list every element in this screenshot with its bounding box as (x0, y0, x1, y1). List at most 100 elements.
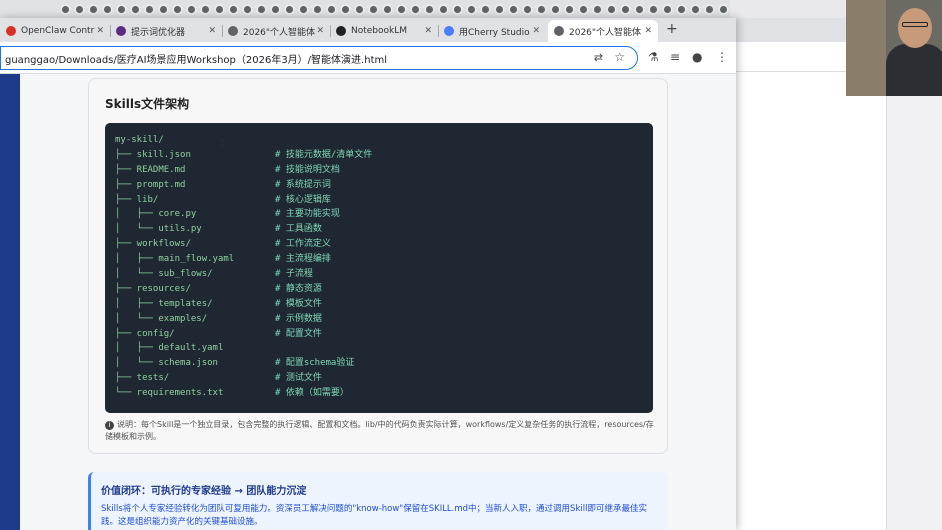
main-browser-window: OpenClaw Contr ✕ 提示词优化器 ✕ 2026"个人智能体 ✕ N… (0, 18, 736, 530)
background-tab-favicon-icon[interactable] (270, 4, 281, 15)
close-tab-icon[interactable]: ✕ (644, 26, 652, 36)
background-tab-favicon-icon[interactable] (326, 4, 337, 15)
background-tab-favicon-icon[interactable] (704, 4, 715, 15)
file-tree-entry: ├── skill.json (115, 149, 191, 160)
background-side-panel (886, 72, 942, 530)
background-tab-favicon-icon[interactable] (340, 4, 351, 15)
code-line: ├── skill.json # 技能元数据/清单文件 (115, 148, 372, 163)
code-line: └── requirements.txt # 依赖（如需要） (115, 386, 349, 401)
background-tab-favicon-icon[interactable] (60, 4, 71, 15)
background-tab-favicon-icon[interactable] (676, 4, 687, 15)
callout-text: Skills将个人专家经验转化为团队可复用能力。资深员工解决问题的"know-h… (101, 504, 647, 527)
bookmark-star-icon[interactable]: ☆ (614, 50, 625, 64)
file-tree-entry: │ └── schema.json (115, 358, 218, 369)
close-tab-icon[interactable]: ✕ (96, 26, 104, 36)
background-tab-favicon-icon[interactable] (662, 4, 673, 15)
code-line: │ ├── templates/ # 模板文件 (115, 297, 322, 312)
code-line: │ └── utils.py # 工具函数 (115, 222, 322, 237)
code-comment: # 主要功能实现 (275, 209, 340, 220)
code-block: my-skill/ ├── skill.json # 技能元数据/清单文件 ├── R… (105, 123, 653, 413)
prompt-optimizer-favicon-icon (116, 26, 126, 36)
background-tab-favicon-icon[interactable] (214, 4, 225, 15)
background-tab-favicon-icon[interactable] (298, 4, 309, 15)
close-tab-icon[interactable]: ✕ (208, 26, 216, 36)
background-tab-favicon-icon[interactable] (102, 4, 113, 15)
background-tab-favicon-icon[interactable] (480, 4, 491, 15)
background-tab-favicon-icon[interactable] (382, 4, 393, 15)
file-tree-entry: └── requirements.txt (115, 388, 224, 399)
file-tree-entry: │ └── sub_flows/ (115, 269, 213, 280)
background-tab-favicon-icon[interactable] (158, 4, 169, 15)
code-comment: # 静态资源 (275, 283, 322, 294)
file-tree-entry: ├── tests/ (115, 373, 170, 384)
profile-avatar-icon[interactable]: ● (692, 50, 702, 64)
background-tab-favicon-icon[interactable] (88, 4, 99, 15)
background-tab-favicon-icon[interactable] (256, 4, 267, 15)
tab-notebooklm[interactable]: NotebookLM ✕ (330, 20, 438, 42)
background-tab-favicon-icon[interactable] (648, 4, 659, 15)
background-tab-favicon-icon[interactable] (494, 4, 505, 15)
browser-toolbar: guanggao/Downloads/医疗AI场景应用Workshop（2026… (0, 42, 736, 74)
tab-cherry-studio[interactable]: 用Cherry Studio ✕ (438, 20, 546, 42)
tab-agent-doc-1[interactable]: 2026"个人智能体 ✕ (222, 20, 330, 42)
code-line: │ └── sub_flows/ # 子流程 (115, 267, 313, 282)
code-comment: # 技能说明文档 (275, 164, 340, 175)
code-comment: # 示例数据 (275, 313, 322, 324)
background-tab-favicon-icon[interactable] (620, 4, 631, 15)
code-line: ├── resources/ # 静态资源 (115, 282, 322, 297)
background-tab-favicon-icon[interactable] (74, 4, 85, 15)
code-line: ├── workflows/ # 工作流定义 (115, 237, 331, 252)
code-comment: # 依赖（如需要） (275, 388, 349, 399)
media-playlist-icon[interactable]: ≡ (670, 50, 680, 64)
background-tab-favicon-icon[interactable] (522, 4, 533, 15)
background-tab-favicon-icon[interactable] (564, 4, 575, 15)
close-tab-icon[interactable]: ✕ (424, 26, 432, 36)
address-bar[interactable]: guanggao/Downloads/医疗AI场景应用Workshop（2026… (0, 46, 638, 70)
background-tab-favicon-icon[interactable] (200, 4, 211, 15)
code-comment: # 配置schema验证 (275, 358, 355, 369)
background-tab-favicon-icon[interactable] (396, 4, 407, 15)
background-tab-favicon-icon[interactable] (508, 4, 519, 15)
background-tab-favicon-icon[interactable] (578, 4, 589, 15)
background-tab-favicon-icon[interactable] (284, 4, 295, 15)
openclaw-favicon-icon (6, 26, 16, 36)
background-tab-favicon-icon[interactable] (606, 4, 617, 15)
background-tab-favicon-icon[interactable] (172, 4, 183, 15)
new-tab-button[interactable]: + (666, 21, 678, 37)
background-tab-favicon-icon[interactable] (228, 4, 239, 15)
background-tab-favicon-icon[interactable] (634, 4, 645, 15)
value-loop-callout: 价值闭环：可执行的专家经验 → 团队能力沉淀 Skills将个人专家经验转化为团… (88, 472, 668, 530)
menu-kebab-icon[interactable]: ⋮ (716, 50, 728, 64)
background-tab-favicon-icon[interactable] (312, 4, 323, 15)
background-tab-favicon-icon[interactable] (452, 4, 463, 15)
background-tab-favicon-icon[interactable] (186, 4, 197, 15)
tab-openclaw[interactable]: OpenClaw Contr ✕ (0, 20, 110, 42)
translate-icon[interactable]: ⇄ (594, 51, 603, 64)
background-tab-favicon-icon[interactable] (536, 4, 547, 15)
background-tab-favicon-icon[interactable] (466, 4, 477, 15)
background-tab-favicon-icon[interactable] (424, 4, 435, 15)
background-tab-favicon-icon[interactable] (438, 4, 449, 15)
code-line: ├── tests/ # 测试文件 (115, 371, 322, 386)
tab-prompt-optimizer[interactable]: 提示词优化器 ✕ (110, 20, 222, 42)
bookshelf-background (846, 0, 886, 96)
background-tab-favicon-icon[interactable] (368, 4, 379, 15)
code-line: │ ├── default.yaml (115, 341, 234, 356)
background-tab-favicon-icon[interactable] (116, 4, 127, 15)
background-tab-favicon-icon[interactable] (144, 4, 155, 15)
background-tab-favicon-icon[interactable] (550, 4, 561, 15)
code-comment: # 工作流定义 (275, 239, 331, 250)
background-tab-favicon-icon[interactable] (690, 4, 701, 15)
background-tab-favicon-icon[interactable] (410, 4, 421, 15)
code-line: my-skill/ (115, 133, 234, 148)
background-tab-favicon-icon[interactable] (242, 4, 253, 15)
background-tab-favicon-icon[interactable] (592, 4, 603, 15)
tab-agent-doc-active[interactable]: 2026"个人智能体 ✕ (548, 20, 658, 42)
background-tab-favicon-icon[interactable] (354, 4, 365, 15)
background-tab-favicon-icon[interactable] (718, 4, 729, 15)
labs-flask-icon[interactable]: ⚗ (648, 50, 659, 64)
tab-bar: OpenClaw Contr ✕ 提示词优化器 ✕ 2026"个人智能体 ✕ N… (0, 18, 736, 42)
background-tab-favicon-icon[interactable] (130, 4, 141, 15)
close-tab-icon[interactable]: ✕ (532, 26, 540, 36)
close-tab-icon[interactable]: ✕ (316, 26, 324, 36)
